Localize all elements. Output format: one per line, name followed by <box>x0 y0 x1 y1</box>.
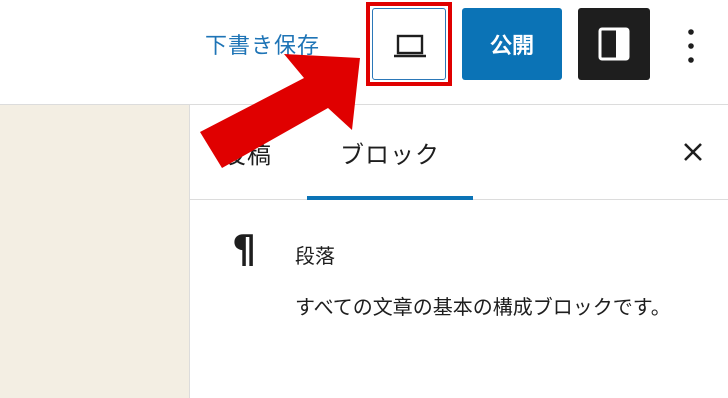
block-name: 段落 <box>295 244 335 268</box>
settings-button[interactable] <box>578 8 650 80</box>
vertical-ellipsis-icon <box>688 29 694 63</box>
preview-button[interactable] <box>372 8 446 80</box>
paragraph-icon: ¶ <box>232 227 257 271</box>
sidebar-toggle-icon <box>598 27 630 61</box>
close-sidebar-button[interactable] <box>678 137 708 167</box>
tab-post[interactable]: 投稿 <box>222 135 272 170</box>
save-draft-button[interactable]: 下書き保存 <box>205 28 320 60</box>
publish-button[interactable]: 公開 <box>462 8 562 80</box>
close-icon <box>684 143 702 161</box>
more-options-button[interactable] <box>676 24 706 68</box>
block-description: すべての文章の基本の構成ブロックです。 <box>295 295 671 319</box>
editor-header: 下書き保存 公開 <box>0 0 728 105</box>
block-info-card: ¶ 段落 すべての文章の基本の構成ブロックです。 <box>190 200 728 398</box>
editor-canvas[interactable] <box>0 105 190 398</box>
laptop-icon <box>394 34 426 58</box>
settings-sidebar: 投稿 ブロック ¶ 段落 すべての文章の基本の構成ブロックです。 <box>190 105 728 398</box>
tab-block[interactable]: ブロック <box>340 135 440 170</box>
sidebar-tabs: 投稿 ブロック <box>190 105 728 200</box>
